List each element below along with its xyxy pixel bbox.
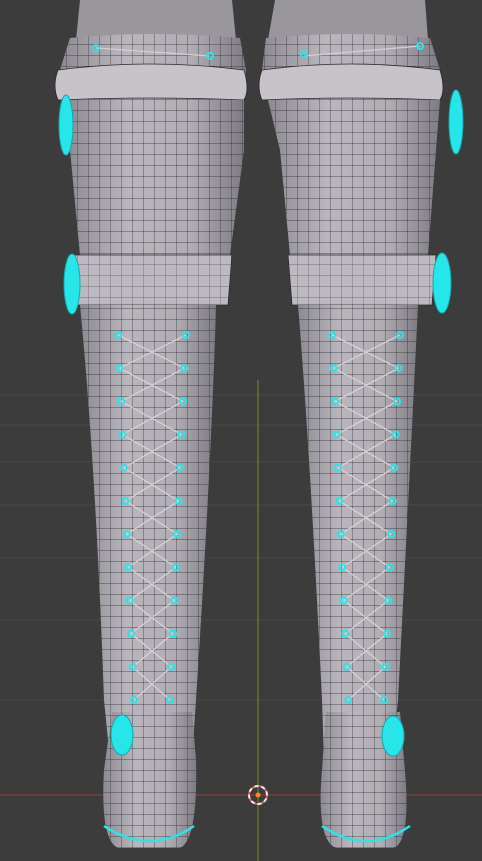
leg-top [76,0,236,40]
thigh-section-wire [268,100,440,255]
buckle-mid[interactable] [432,252,452,314]
thigh-strap-wire [72,255,232,305]
leg-top [268,0,428,40]
buckle-ankle[interactable] [381,715,405,757]
buckle-ankle[interactable] [110,714,134,756]
buckle-mid[interactable] [63,253,81,315]
object-origin-icon [255,792,261,798]
thigh-strap-wire [288,255,436,305]
boot-shaft-wire [80,305,216,760]
3d-viewport[interactable] [0,0,482,861]
buckle-upper[interactable] [448,89,464,155]
thigh-section-wire [66,100,244,255]
roll-band [54,63,248,101]
boot-left[interactable] [54,0,248,848]
buckle-upper[interactable] [58,94,74,156]
roll-band [258,63,444,101]
boot-right[interactable] [258,0,464,848]
